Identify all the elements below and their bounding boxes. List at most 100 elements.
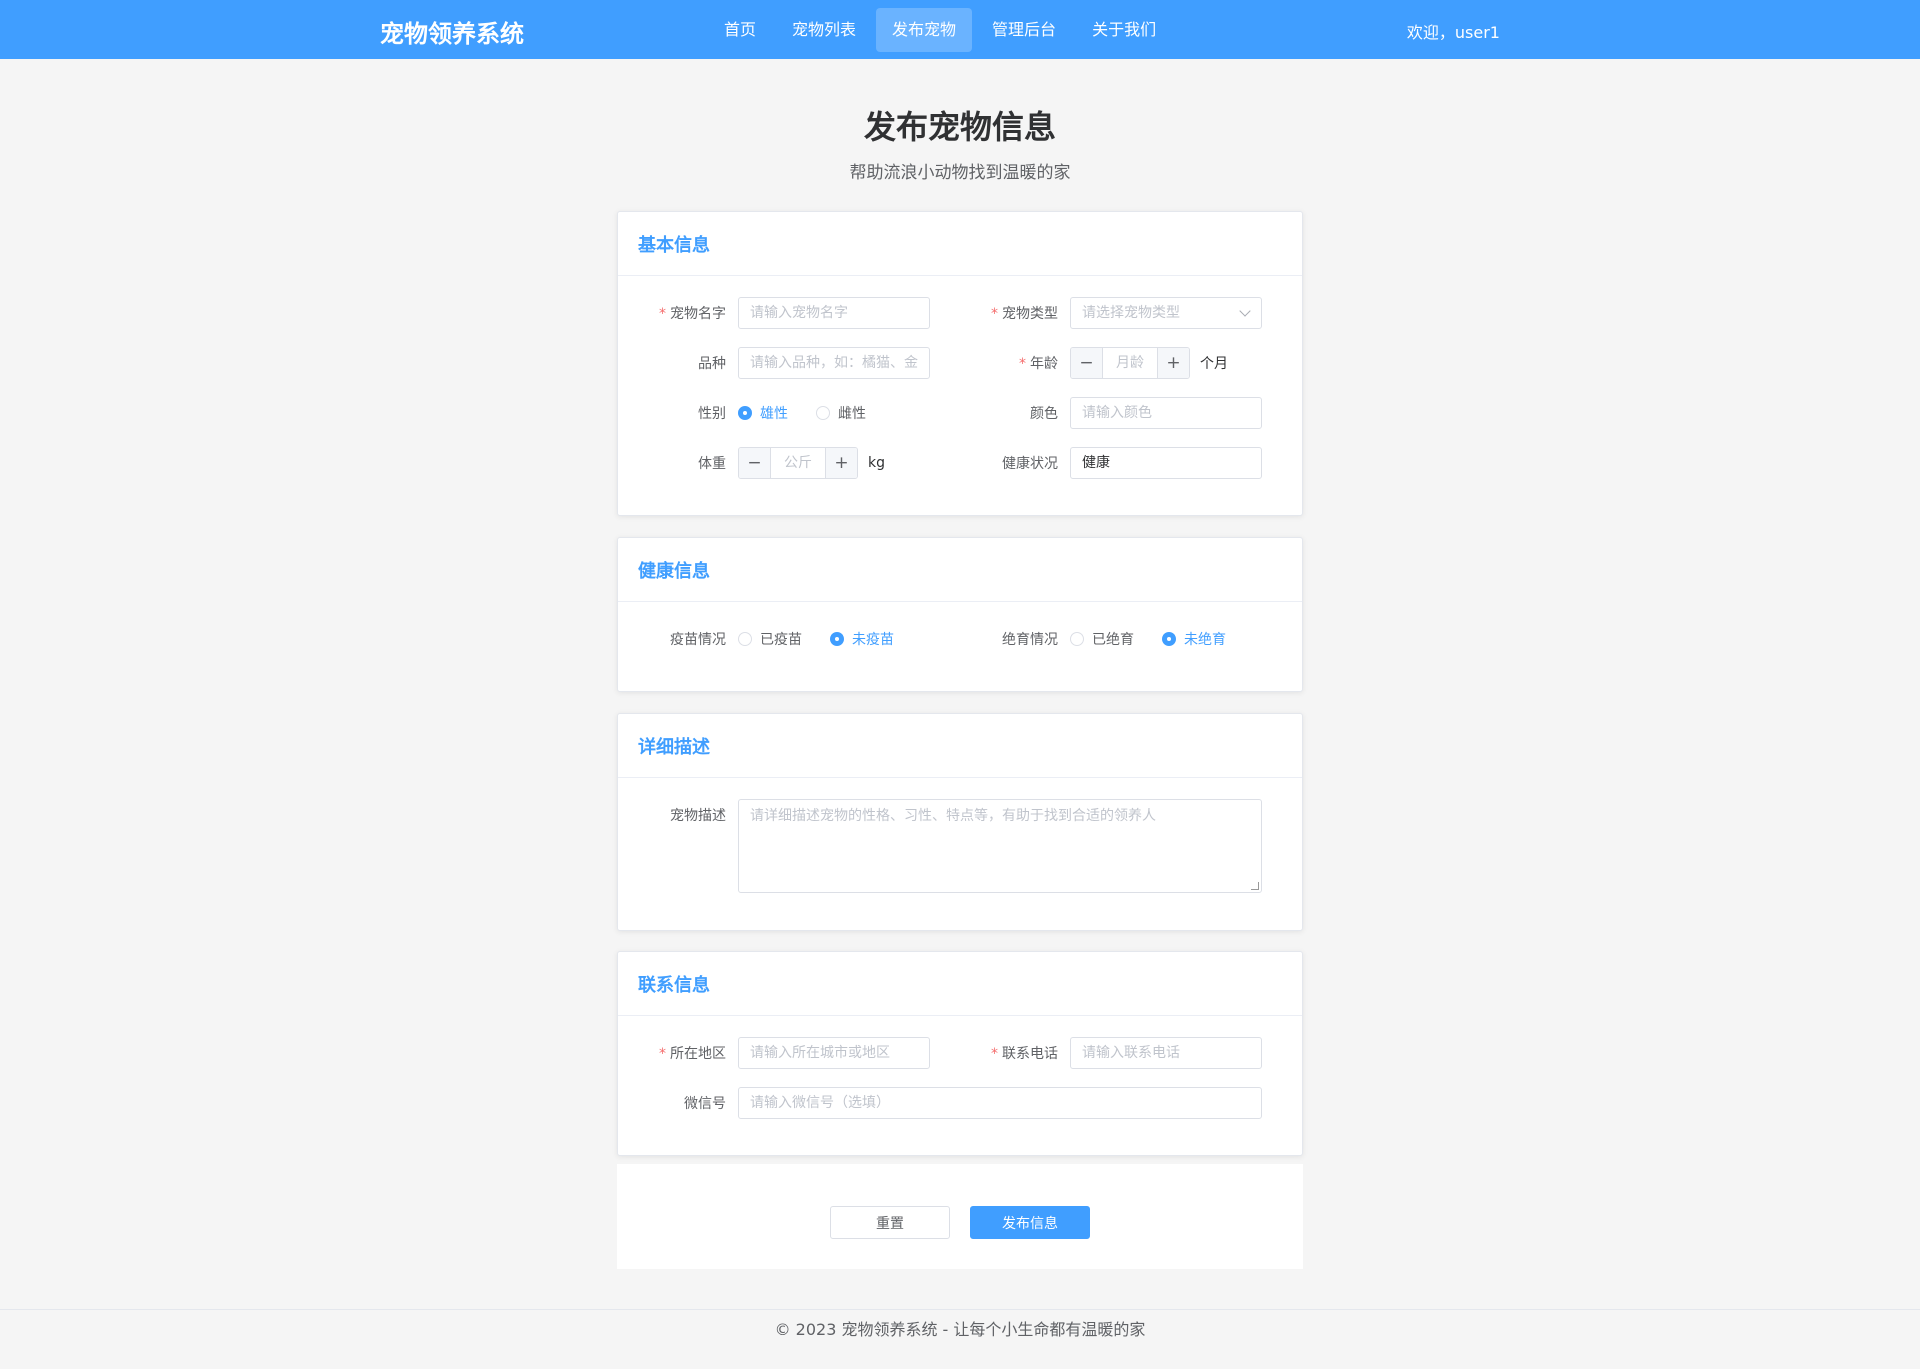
radio-circle	[816, 406, 830, 420]
card-header: 健康信息	[618, 538, 1302, 602]
weight-unit: kg	[868, 455, 885, 471]
field-label: * 联系电话	[991, 1046, 1058, 1062]
card-header: 详细描述	[618, 714, 1302, 778]
breed-field: 品种 请输入品种，如：橘猫、金	[618, 347, 930, 379]
age-unit: 个月	[1200, 356, 1228, 372]
pet-name-field: * 宠物名字 请输入宠物名字	[618, 297, 930, 329]
field-label: * 宠物类型	[991, 306, 1058, 322]
radio-circle	[1162, 632, 1176, 646]
radio-circle	[738, 632, 752, 646]
required-mark: *	[991, 306, 998, 322]
nav-item-admin[interactable]: 管理后台	[976, 8, 1072, 52]
field-label: 颜色	[1030, 406, 1058, 422]
description-field: 宠物描述 请详细描述宠物的性格、习性、特点等，有助于找到合适的领养人	[618, 799, 1262, 893]
health-status-input[interactable]: 健康	[1070, 447, 1262, 479]
form-actions: 重置 发布信息	[617, 1164, 1303, 1269]
radio-circle	[1070, 632, 1084, 646]
reset-button[interactable]: 重置	[830, 1206, 950, 1239]
select-placeholder: 请选择宠物类型	[1082, 305, 1180, 321]
required-mark: *	[1019, 356, 1026, 372]
card-header: 联系信息	[618, 952, 1302, 1016]
radio-male[interactable]: 雄性	[738, 403, 788, 423]
submit-button[interactable]: 发布信息	[970, 1206, 1090, 1239]
area-input[interactable]: 请输入所在城市或地区	[738, 1037, 930, 1069]
section-title: 基本信息	[638, 234, 710, 256]
radio-label: 未绝育	[1184, 632, 1226, 648]
field-label: 体重	[698, 456, 726, 472]
minus-icon[interactable]: −	[1071, 348, 1103, 378]
age-stepper: − 月龄 +	[1070, 347, 1190, 379]
radio-female[interactable]: 雌性	[816, 403, 866, 423]
radio-label: 已绝育	[1092, 632, 1134, 648]
field-label: * 所在地区	[659, 1046, 726, 1062]
radio-not-neutered[interactable]: 未绝育	[1162, 629, 1226, 649]
top-navbar: 宠物领养系统 首页 宠物列表 发布宠物 管理后台 关于我们 欢迎，user1	[0, 0, 1920, 59]
user-welcome[interactable]: 欢迎，user1	[1407, 19, 1500, 43]
main-nav: 首页 宠物列表 发布宠物 管理后台 关于我们	[708, 8, 1172, 52]
field-label: * 宠物名字	[659, 306, 726, 322]
brand-logo[interactable]: 宠物领养系统	[380, 14, 524, 49]
required-mark: *	[991, 1046, 998, 1062]
nav-item-home[interactable]: 首页	[708, 8, 772, 52]
radio-label: 已疫苗	[760, 632, 802, 648]
card-header: 基本信息	[618, 212, 1302, 276]
weight-stepper: − 公斤 +	[738, 447, 858, 479]
nav-item-pet-list[interactable]: 宠物列表	[776, 8, 872, 52]
breed-input[interactable]: 请输入品种，如：橘猫、金	[738, 347, 930, 379]
health-status-field: 健康状况 健康	[950, 447, 1262, 479]
section-title: 联系信息	[638, 974, 710, 996]
field-label: 品种	[698, 356, 726, 372]
resize-handle[interactable]	[1251, 882, 1259, 890]
radio-vaccinated[interactable]: 已疫苗	[738, 629, 802, 649]
color-input[interactable]: 请输入颜色	[1070, 397, 1262, 429]
age-field: * 年龄 − 月龄 + 个月	[950, 347, 1228, 379]
chevron-down-icon	[1239, 305, 1251, 317]
field-label: 宠物描述	[670, 808, 726, 824]
required-mark: *	[659, 1046, 666, 1062]
section-title: 健康信息	[638, 560, 710, 582]
page-subtitle: 帮助流浪小动物找到温暖的家	[849, 163, 1071, 183]
description-textarea[interactable]: 请详细描述宠物的性格、习性、特点等，有助于找到合适的领养人	[738, 799, 1262, 893]
phone-field: * 联系电话 请输入联系电话	[950, 1037, 1262, 1069]
textarea-placeholder: 请详细描述宠物的性格、习性、特点等，有助于找到合适的领养人	[750, 808, 1156, 824]
section-title: 详细描述	[638, 736, 710, 758]
wechat-input[interactable]: 请输入微信号（选填）	[738, 1087, 1262, 1119]
weight-field: 体重 − 公斤 + kg	[618, 447, 885, 479]
weight-input[interactable]: 公斤	[771, 448, 825, 478]
radio-circle	[830, 632, 844, 646]
age-input[interactable]: 月龄	[1103, 348, 1157, 378]
color-field: 颜色 请输入颜色	[950, 397, 1262, 429]
field-label: * 年龄	[1019, 356, 1058, 372]
field-label: 性别	[698, 406, 726, 422]
health-info-card: 健康信息 疫苗情况 已疫苗 未疫苗 绝育情况 已绝育 未绝育	[617, 537, 1303, 692]
nav-item-publish-pet[interactable]: 发布宠物	[876, 8, 973, 52]
neuter-field: 绝育情况 已绝育 未绝育	[950, 623, 1254, 655]
phone-input[interactable]: 请输入联系电话	[1070, 1037, 1262, 1069]
field-label: 绝育情况	[1002, 632, 1058, 648]
contact-card: 联系信息 * 所在地区 请输入所在城市或地区 * 联系电话 请输入联系电话 微信号 …	[617, 951, 1303, 1156]
field-label: 疫苗情况	[670, 632, 726, 648]
radio-circle	[738, 406, 752, 420]
nav-item-about[interactable]: 关于我们	[1076, 8, 1172, 52]
radio-label: 雄性	[760, 406, 788, 422]
minus-icon[interactable]: −	[739, 448, 771, 478]
plus-icon[interactable]: +	[1157, 348, 1189, 378]
field-label: 健康状况	[1002, 456, 1058, 472]
page-footer: © 2023 宠物领养系统 - 让每个小生命都有温暖的家	[0, 1309, 1920, 1340]
detail-card: 详细描述 宠物描述 请详细描述宠物的性格、习性、特点等，有助于找到合适的领养人	[617, 713, 1303, 931]
plus-icon[interactable]: +	[825, 448, 857, 478]
pet-type-select[interactable]: 请选择宠物类型	[1070, 297, 1262, 329]
required-mark: *	[659, 306, 666, 322]
radio-not-vaccinated[interactable]: 未疫苗	[830, 629, 894, 649]
radio-label: 雌性	[838, 406, 866, 422]
field-label: 微信号	[684, 1096, 726, 1112]
area-field: * 所在地区 请输入所在城市或地区	[618, 1037, 930, 1069]
pet-name-input[interactable]: 请输入宠物名字	[738, 297, 930, 329]
gender-field: 性别 雄性 雌性	[618, 397, 894, 429]
radio-neutered[interactable]: 已绝育	[1070, 629, 1134, 649]
vaccine-field: 疫苗情况 已疫苗 未疫苗	[618, 623, 922, 655]
radio-label: 未疫苗	[852, 632, 894, 648]
basic-info-card: 基本信息 * 宠物名字 请输入宠物名字 * 宠物类型 请选择宠物类型 品种 请输入品…	[617, 211, 1303, 516]
page-title: 发布宠物信息	[863, 108, 1056, 146]
pet-type-field: * 宠物类型 请选择宠物类型	[950, 297, 1262, 329]
